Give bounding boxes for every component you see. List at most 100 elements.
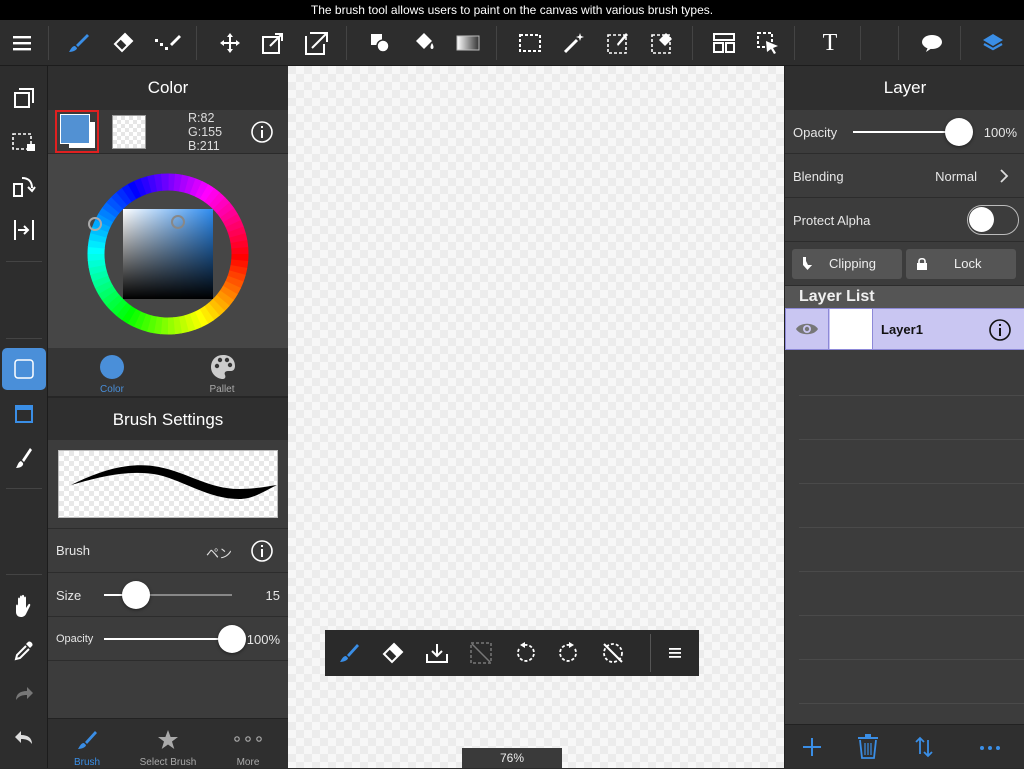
rotate-icon[interactable]	[0, 164, 48, 208]
color-info-icon[interactable]	[250, 120, 274, 144]
select-arrow-icon[interactable]	[748, 20, 788, 66]
eyedropper-icon[interactable]	[0, 628, 48, 672]
layer-action-bar	[785, 724, 1024, 768]
gradient-icon[interactable]	[448, 20, 488, 66]
export-icon[interactable]	[297, 20, 337, 66]
floating-toolbar	[325, 630, 699, 676]
magic-wand-icon[interactable]	[554, 20, 594, 66]
layer-item-layer1[interactable]: Layer1	[785, 308, 1024, 350]
menu-icon[interactable]	[2, 20, 42, 66]
brush-preview-area	[48, 440, 288, 528]
shape-icon[interactable]	[360, 20, 400, 66]
move-icon[interactable]	[210, 20, 250, 66]
brush-tab-bar: Brush Select Brush More	[48, 718, 288, 768]
layers-icon[interactable]	[973, 20, 1013, 66]
left-tool-rail	[0, 66, 48, 768]
brush-name: ペン	[206, 546, 233, 561]
color-panel-title: Color	[48, 66, 288, 110]
size-slider-thumb[interactable]	[122, 581, 150, 609]
layer-thumbnail	[830, 309, 873, 349]
undo-icon[interactable]	[0, 716, 48, 760]
protect-alpha-toggle-knob	[969, 207, 994, 232]
status-bar-message: The brush tool allows users to paint on …	[0, 0, 1024, 20]
select-pen-icon[interactable]	[598, 20, 638, 66]
layer-opacity-row: Opacity 100%	[785, 110, 1024, 154]
tab-brush-label: Brush	[73, 757, 101, 768]
tab-color[interactable]: Color	[48, 348, 168, 396]
brush-opacity-slider-track[interactable]	[104, 625, 246, 653]
tab-pallet[interactable]: Pallet	[168, 348, 288, 396]
rgb-g: G:155	[188, 125, 223, 139]
brush-type-row[interactable]: Brush ペン	[48, 528, 288, 572]
protect-alpha-toggle[interactable]	[967, 205, 1019, 235]
current-color-button[interactable]	[2, 348, 46, 390]
float-brush-icon[interactable]	[327, 630, 371, 676]
protect-alpha-row: Protect Alpha	[785, 198, 1024, 242]
layer-opacity-slider-thumb[interactable]	[945, 118, 973, 146]
brush-info-icon[interactable]	[250, 539, 274, 563]
tab-color-label: Color	[100, 384, 124, 395]
tab-select-brush[interactable]: Select Brush	[128, 719, 208, 769]
color-wheel[interactable]	[78, 164, 258, 344]
duplicate-icon[interactable]	[0, 76, 48, 120]
brush-panel-icon[interactable]	[0, 436, 48, 480]
layer-opacity-slider-track[interactable]	[853, 118, 973, 146]
reorder-layers-icon[interactable]	[915, 736, 933, 758]
star-icon	[158, 730, 178, 749]
rgb-b: B:211	[188, 139, 220, 153]
secondary-color-swatch[interactable]	[112, 115, 146, 149]
float-menu-icon[interactable]	[653, 630, 697, 676]
clipping-button[interactable]: Clipping	[792, 249, 902, 279]
clipping-arrow-icon	[803, 257, 812, 270]
top-toolbar: T	[0, 20, 1024, 66]
size-label: Size	[56, 588, 82, 603]
float-save-icon[interactable]	[415, 630, 459, 676]
layer-opacity-label: Opacity	[793, 125, 838, 140]
brush-tab-icon	[78, 731, 97, 749]
eraser-icon[interactable]	[103, 20, 143, 66]
text-tool-icon[interactable]: T	[810, 20, 850, 66]
left-panel: Color R:82 G:155 B:211 Color Pallet Brus…	[48, 66, 288, 768]
tab-more-label: More	[236, 757, 260, 768]
float-rotate-reset-icon[interactable]	[591, 630, 635, 676]
float-redo-icon[interactable]	[547, 630, 591, 676]
flip-icon[interactable]	[0, 208, 48, 252]
size-value: 15	[265, 588, 280, 603]
tab-more[interactable]: More	[208, 719, 288, 769]
transform-icon[interactable]	[253, 20, 293, 66]
trash-icon[interactable]	[857, 734, 879, 760]
float-deselect-icon[interactable]	[459, 630, 503, 676]
primary-color-swatch[interactable]	[55, 110, 99, 153]
lock-icon	[917, 257, 927, 270]
size-slider-track[interactable]	[104, 581, 232, 609]
lock-button[interactable]: Lock	[906, 249, 1016, 279]
speech-bubble-icon[interactable]	[912, 20, 952, 66]
float-eraser-icon[interactable]	[371, 630, 415, 676]
select-rect-icon[interactable]	[510, 20, 550, 66]
add-layer-icon[interactable]	[801, 736, 823, 758]
rgb-r: R:82	[188, 111, 215, 125]
blending-row[interactable]: Blending Normal	[785, 154, 1024, 198]
panel-window-icon[interactable]	[0, 392, 48, 436]
hand-icon[interactable]	[0, 584, 48, 628]
layer-panel-title: Layer	[785, 66, 1024, 110]
clipping-lock-row: Clipping Lock	[785, 242, 1024, 286]
brush-opacity-slider-thumb[interactable]	[218, 625, 246, 653]
brush-icon[interactable]	[59, 20, 99, 66]
layer-info-icon[interactable]	[988, 318, 1012, 342]
select-eraser-icon[interactable]	[642, 20, 682, 66]
zoom-indicator: 76%	[462, 748, 562, 768]
brush-opacity-label: Opacity	[56, 633, 94, 645]
redo-icon[interactable]	[0, 672, 48, 716]
lock-label: Lock	[954, 256, 982, 271]
layer-visibility-toggle[interactable]	[786, 309, 829, 349]
brush-settings-title: Brush Settings	[48, 396, 288, 440]
select-layer-icon[interactable]	[0, 120, 48, 164]
float-undo-icon[interactable]	[503, 630, 547, 676]
layer-more-icon[interactable]	[979, 745, 1001, 751]
dot-brush-icon[interactable]	[147, 20, 187, 66]
chevron-right-icon	[1000, 169, 1009, 183]
fill-bucket-icon[interactable]	[404, 20, 444, 66]
layout-icon[interactable]	[704, 20, 744, 66]
tab-brush[interactable]: Brush	[48, 719, 126, 769]
